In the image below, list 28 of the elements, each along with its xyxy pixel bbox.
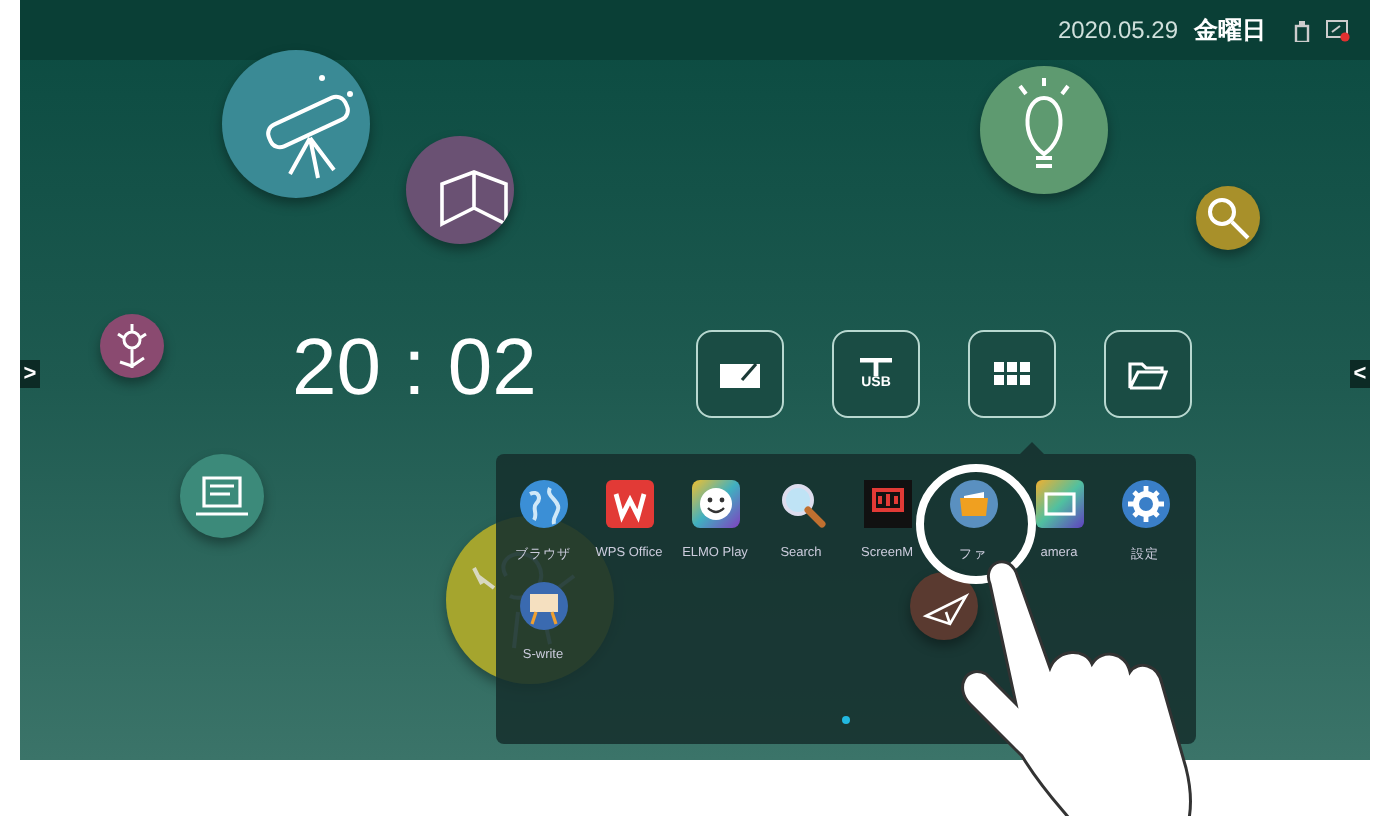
camera-app-icon (1033, 478, 1085, 530)
flower-bubble-icon[interactable] (100, 314, 164, 378)
right-edge-tab[interactable]: < (1350, 360, 1370, 388)
screen-icon (1326, 19, 1350, 41)
smiley-icon (689, 478, 741, 530)
folder-icon (947, 478, 999, 530)
status-date: 2020.05.29 (1057, 16, 1178, 44)
apps-button[interactable] (968, 330, 1056, 418)
settings-icon (1119, 478, 1171, 530)
left-edge-tab[interactable]: > (20, 360, 40, 388)
computer-bubble-icon[interactable] (180, 454, 264, 538)
wps-logo-icon (603, 478, 655, 530)
ring-outline (916, 464, 1036, 584)
folder-button[interactable] (1104, 330, 1192, 418)
bulb-bubble-icon[interactable] (980, 66, 1108, 194)
easel-icon (517, 580, 569, 632)
apps-grid-icon (994, 362, 1030, 386)
clock-time: 20 : 02 (292, 324, 537, 414)
globe-icon (517, 478, 569, 530)
page-indicator-dot[interactable] (842, 716, 850, 724)
screen-mirror-icon (861, 478, 913, 530)
book-bubble-icon[interactable] (406, 136, 514, 244)
magnifier-bubble-icon[interactable] (1196, 186, 1260, 250)
status-weekday: 金曜日 (1194, 13, 1266, 47)
folder-icon (1128, 359, 1168, 389)
whiteboard-icon (720, 360, 760, 388)
whiteboard-button[interactable] (696, 330, 784, 418)
usb-drive-icon (1294, 19, 1310, 41)
